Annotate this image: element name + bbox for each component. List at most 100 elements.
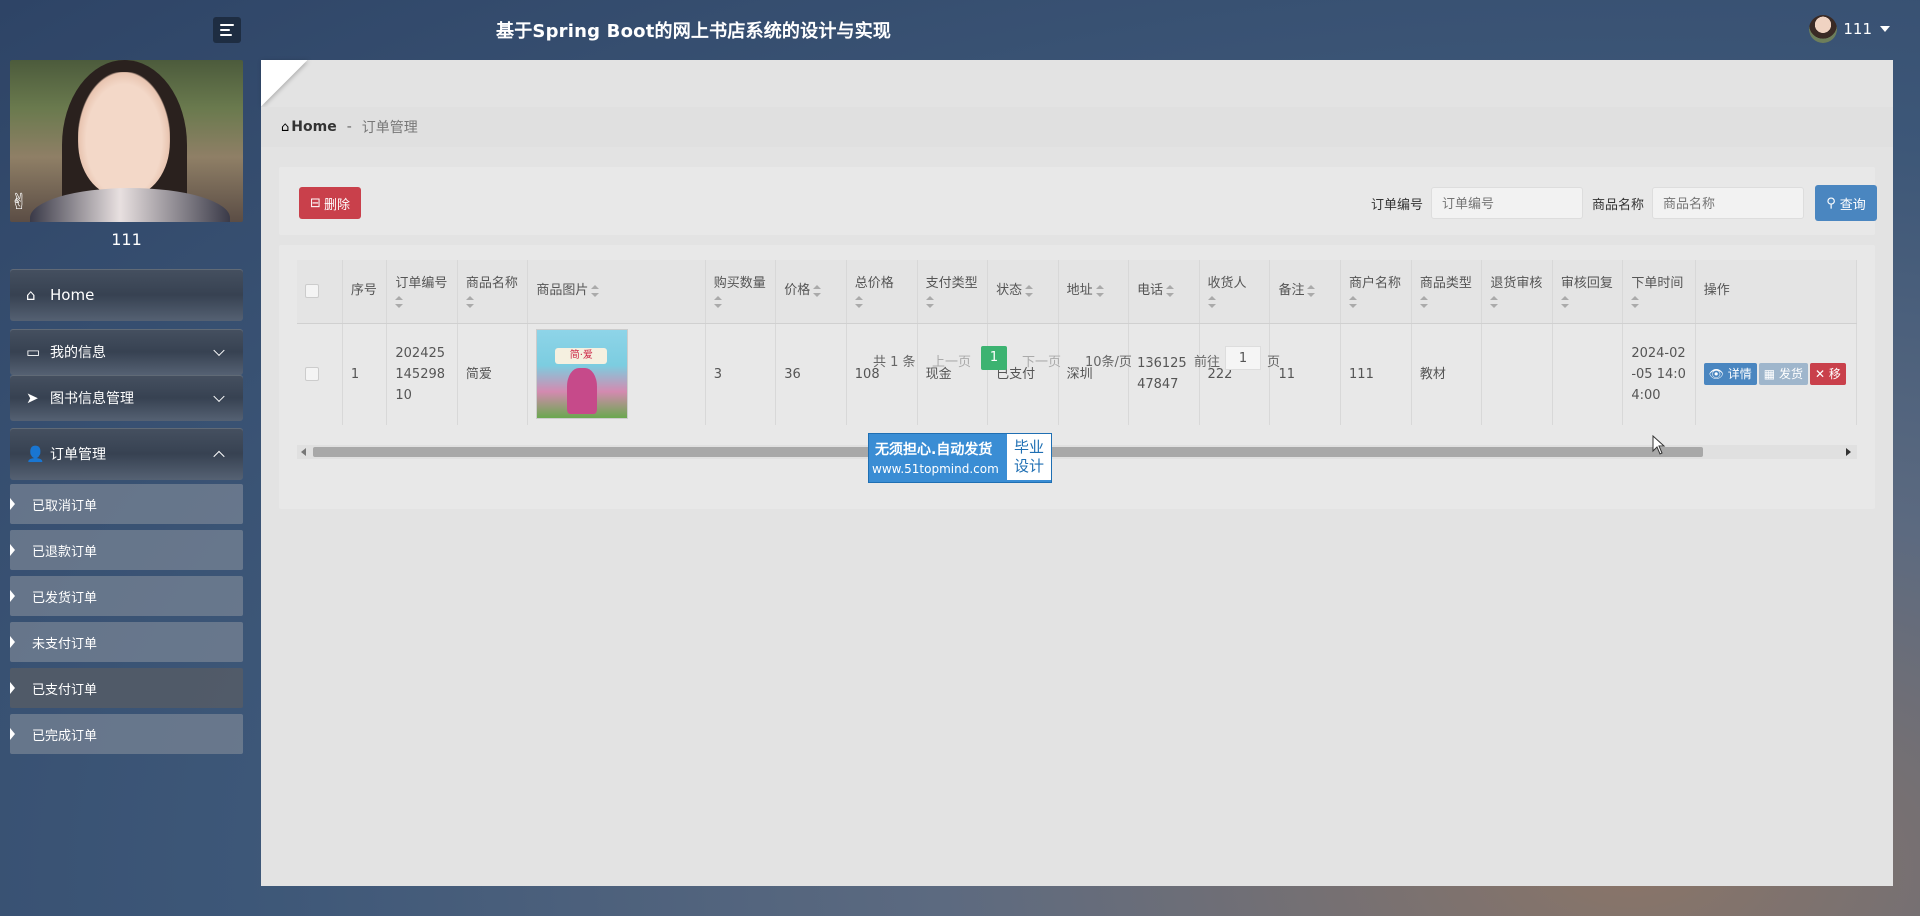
select-all-checkbox-cell[interactable]: [297, 260, 343, 324]
order-no-label: 订单编号: [1371, 198, 1424, 213]
col-category[interactable]: 商品类型: [1411, 260, 1483, 324]
sidebar-item-book-management[interactable]: ➤ 图书信息管理: [10, 375, 243, 421]
table-panel: 序号 订单编号 商品名称 商品图片 购买数量 价格 总价格 支付类型 状态 地址…: [279, 245, 1875, 509]
avatar: [1809, 15, 1838, 43]
paper-plane-icon: ➤: [26, 389, 39, 407]
promo-banner[interactable]: 无须担心.自动发货 www.51topmind.com 毕业设计: [868, 433, 1052, 483]
sidebar-sub-cancelled[interactable]: 已取消订单: [10, 484, 243, 524]
col-pay-type[interactable]: 支付类型: [917, 260, 989, 324]
col-product-name[interactable]: 商品名称: [457, 260, 529, 324]
sort-icon: [1560, 295, 1569, 308]
next-page-button[interactable]: 下一页: [1022, 351, 1061, 370]
sidebar-item-home[interactable]: ⌂ Home: [10, 269, 243, 321]
sort-icon: [1419, 295, 1428, 308]
sort-icon: [713, 295, 722, 308]
pagination-total: 共 1 条: [873, 355, 916, 370]
col-review-reply[interactable]: 审核回复: [1552, 260, 1624, 324]
col-price[interactable]: 价格: [775, 260, 847, 324]
sidebar-sub-unpaid[interactable]: 未支付订单: [10, 622, 243, 662]
scroll-left-arrow-icon[interactable]: [301, 448, 306, 456]
sidebar-sub-shipped[interactable]: 已发货订单: [10, 576, 243, 616]
col-receiver[interactable]: 收货人: [1199, 260, 1271, 324]
col-remark[interactable]: 备注: [1269, 260, 1342, 324]
menu-toggle-icon[interactable]: [213, 17, 241, 43]
sort-icon: [395, 295, 404, 308]
sort-icon: [1349, 295, 1358, 308]
pagination: 共 1 条 上一页 1 下一页 10条/页 ⌄ 前往 1 页: [261, 345, 1893, 375]
col-address[interactable]: 地址: [1058, 260, 1130, 324]
table-header-row: 序号 订单编号 商品名称 商品图片 购买数量 价格 总价格 支付类型 状态 地址…: [297, 260, 1857, 324]
breadcrumb-separator: -: [346, 119, 352, 135]
goto-page-input[interactable]: 1: [1225, 346, 1261, 370]
site-title: 基于Spring Boot的网上书店系统的设计与实现: [496, 21, 892, 42]
sort-icon: [1207, 295, 1216, 308]
col-total[interactable]: 总价格: [846, 260, 918, 324]
col-quantity[interactable]: 购买数量: [705, 260, 777, 324]
chevron-down-icon: [213, 344, 225, 357]
col-merchant[interactable]: 商户名称: [1340, 260, 1412, 324]
sidebar-item-my-info[interactable]: ▭ 我的信息: [10, 329, 243, 375]
col-return-review[interactable]: 退货审核: [1481, 260, 1553, 324]
select-all-checkbox[interactable]: [305, 284, 319, 299]
horizontal-scrollbar[interactable]: [297, 445, 1857, 459]
main-content: ⌂ Home - 订单管理 ⊟ 删除 订单编号 商品名称 ⚲ 查询: [261, 60, 1893, 886]
sort-icon: [591, 284, 600, 297]
profile-name: 111: [111, 230, 142, 249]
page-size-select[interactable]: 10条/页: [1085, 351, 1132, 370]
profile-photo: ✌: [10, 60, 243, 222]
col-index: 序号: [342, 260, 388, 324]
top-bar: 基于Spring Boot的网上书店系统的设计与实现 111: [0, 0, 1920, 60]
page-curl-decoration: [261, 60, 307, 106]
sidebar: ✌ 111 ⌂ Home ▭ 我的信息 ➤ 图书信息管理 👤 订单管理 已取消订…: [10, 60, 243, 760]
scroll-right-arrow-icon[interactable]: [1846, 448, 1851, 456]
minus-square-icon: ⊟: [310, 195, 321, 211]
goto-prefix: 前往: [1194, 355, 1221, 370]
promo-url: www.51topmind.com: [872, 462, 999, 476]
goto-suffix: 页: [1267, 355, 1281, 370]
col-actions: 操作: [1695, 260, 1857, 324]
home-icon: ⌂: [26, 286, 36, 304]
col-order-no[interactable]: 订单编号: [386, 260, 458, 324]
page-number-1[interactable]: 1: [981, 346, 1007, 370]
promo-line1: 无须担心.自动发货: [875, 442, 993, 458]
username: 111: [1843, 20, 1872, 38]
user-icon: 👤: [26, 445, 45, 463]
sort-icon: [1095, 284, 1104, 297]
col-order-time[interactable]: 下单时间: [1622, 260, 1696, 324]
col-product-image[interactable]: 商品图片: [527, 260, 706, 324]
col-status[interactable]: 状态: [987, 260, 1059, 324]
query-button[interactable]: ⚲ 查询: [1815, 185, 1877, 221]
sort-icon: [925, 295, 934, 308]
product-name-label: 商品名称: [1592, 198, 1645, 213]
bunny-icon: ✌: [10, 190, 29, 215]
chevron-up-icon: [213, 450, 225, 463]
prev-page-button[interactable]: 上一页: [932, 351, 971, 370]
search-toolbar: ⊟ 删除 订单编号 商品名称 ⚲ 查询: [279, 167, 1877, 235]
sort-icon: [1631, 295, 1640, 308]
sidebar-item-order-management[interactable]: 👤 订单管理: [10, 428, 243, 480]
col-phone[interactable]: 电话: [1128, 260, 1200, 324]
promo-badge: 毕业设计: [1007, 434, 1051, 480]
sidebar-sub-refunded[interactable]: 已退款订单: [10, 530, 243, 570]
delete-button[interactable]: ⊟ 删除: [299, 187, 361, 219]
sidebar-sub-paid[interactable]: 已支付订单: [10, 668, 243, 708]
breadcrumb: ⌂ Home - 订单管理: [261, 107, 1893, 147]
chevron-down-icon: [213, 390, 225, 403]
mouse-cursor-icon: [1652, 435, 1666, 455]
sort-icon: [813, 284, 822, 297]
home-icon: ⌂: [281, 119, 290, 135]
sort-icon: [1166, 284, 1175, 297]
sidebar-sub-completed[interactable]: 已完成订单: [10, 714, 243, 754]
product-name-input[interactable]: [1652, 187, 1804, 219]
user-menu[interactable]: 111: [1809, 15, 1890, 43]
sort-icon: [1490, 295, 1499, 308]
sort-icon: [1307, 284, 1316, 297]
order-no-input[interactable]: [1431, 187, 1583, 219]
caret-down-icon: [1880, 26, 1890, 32]
search-icon: ⚲: [1826, 195, 1836, 211]
sort-icon: [1025, 284, 1034, 297]
breadcrumb-current: 订单管理: [361, 120, 418, 136]
sort-icon: [465, 295, 474, 308]
order-submenu: 已取消订单 已退款订单 已发货订单 未支付订单 已支付订单 已完成订单: [10, 484, 243, 754]
breadcrumb-home[interactable]: Home: [291, 119, 336, 135]
